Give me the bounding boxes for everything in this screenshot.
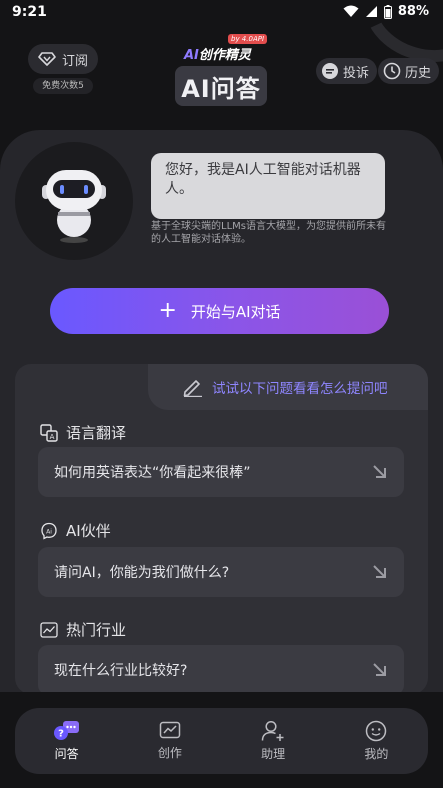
nav-item-qa[interactable]: ? 问答 — [15, 708, 118, 774]
nav-label: 问答 — [54, 747, 79, 761]
chat-bubble-icon — [321, 62, 339, 80]
wifi-icon — [343, 5, 359, 17]
category-label: 热门行业 — [66, 621, 127, 639]
clock-icon — [383, 62, 401, 80]
arrow-down-right-icon — [373, 663, 386, 676]
intro-subtitle: 基于全球尖端的LLMs语言大模型，为您提供前所未有的人工智能对话体验。 — [151, 221, 386, 245]
question-text: 现在什么行业比较好? — [54, 663, 188, 679]
diamond-icon — [38, 52, 56, 66]
plus-icon: + — [158, 298, 177, 323]
start-chat-label: 开始与AI对话 — [190, 302, 281, 321]
category-ai-partner: Ai AI伙伴 — [40, 520, 111, 541]
subscribe-label: 订阅 — [61, 53, 88, 69]
arrow-down-right-icon — [373, 565, 386, 578]
history-button[interactable]: 历史 — [378, 58, 440, 84]
nav-label: 助理 — [261, 747, 286, 761]
suggestion-question[interactable]: 现在什么行业比较好? — [38, 645, 404, 695]
svg-text:A: A — [50, 433, 55, 441]
free-count-badge: 免费次数5 — [33, 78, 93, 94]
category-label: AI伙伴 — [66, 522, 111, 540]
pencil-icon — [183, 380, 202, 397]
suggestion-question[interactable]: 如何用英语表达“你看起来很棒” — [38, 447, 404, 497]
robot-icon — [42, 170, 106, 243]
bottom-nav: ? 问答 创作 助理 我的 — [15, 708, 428, 774]
greeting-bubble: 您好，我是AI人工智能对话机器人。 — [151, 153, 385, 219]
brand-name: AI创作精灵 — [184, 48, 251, 63]
assistant-icon — [261, 720, 284, 741]
profile-icon — [366, 720, 387, 742]
nav-item-assistant[interactable]: 助理 — [222, 708, 325, 774]
translate-icon: A — [40, 423, 58, 442]
suggestion-question[interactable]: 请问AI，你能为我们做什么? — [38, 547, 404, 597]
status-time: 9:21 — [12, 4, 47, 20]
suggestions-tab: 试试以下问题看看怎么提问吧 — [148, 364, 428, 410]
arrow-down-right-icon — [373, 465, 386, 478]
question-text: 请问AI，你能为我们做什么? — [54, 565, 230, 581]
complaint-button[interactable]: 投诉 — [316, 58, 378, 84]
robot-avatar — [15, 142, 133, 260]
app-screen: 9:21 88% 订阅 免费次数5 by 4.0API AI创作精灵 AI问答 … — [0, 0, 443, 788]
ai-partner-icon: Ai — [41, 522, 57, 540]
create-icon — [159, 721, 181, 739]
page-title: AI问答 — [175, 66, 267, 106]
category-hot-industry: 热门行业 — [40, 619, 126, 640]
nav-label: 我的 — [364, 747, 389, 761]
suggestions-tab-label: 试试以下问题看看怎么提问吧 — [212, 381, 388, 397]
qa-icon: ? — [53, 721, 79, 740]
history-label: 历史 — [405, 65, 432, 81]
nav-item-create[interactable]: 创作 — [118, 708, 221, 774]
category-translation: A 语言翻译 — [40, 422, 126, 443]
question-text: 如何用英语表达“你看起来很棒” — [54, 465, 251, 481]
brand-badge: by 4.0API — [228, 34, 268, 44]
nav-label: 创作 — [157, 746, 182, 760]
svg-text:Ai: Ai — [46, 528, 52, 535]
start-chat-button[interactable]: + 开始与AI对话 — [50, 288, 389, 334]
category-label: 语言翻译 — [66, 424, 127, 442]
subscribe-button[interactable]: 订阅 — [28, 44, 98, 74]
brand-logo: by 4.0API AI创作精灵 — [180, 34, 280, 63]
trend-chart-icon — [40, 621, 58, 638]
complaint-label: 投诉 — [343, 65, 370, 81]
svg-text:?: ? — [58, 729, 64, 740]
nav-item-profile[interactable]: 我的 — [325, 708, 428, 774]
